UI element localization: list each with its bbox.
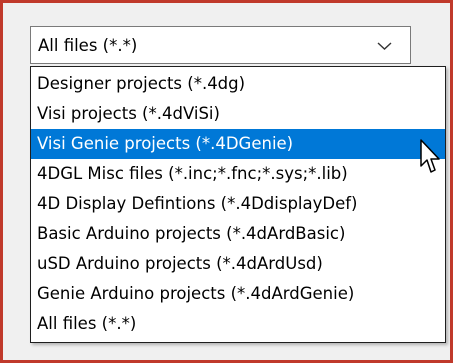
mouse-pointer-icon [420, 139, 440, 173]
option-usd-arduino-projects[interactable]: uSD Arduino projects (*.4dArdUsd) [31, 249, 445, 279]
option-4d-display-definitions[interactable]: 4D Display Defintions (*.4DdisplayDef) [31, 189, 445, 219]
chevron-down-icon[interactable] [377, 40, 392, 52]
file-type-select-value: All files (*.*) [38, 36, 138, 55]
option-visi-genie-projects[interactable]: Visi Genie projects (*.4DGenie) [31, 129, 445, 159]
option-designer-projects[interactable]: Designer projects (*.4dg) [31, 69, 445, 99]
option-all-files[interactable]: All files (*.*) [31, 309, 445, 339]
option-basic-arduino-projects[interactable]: Basic Arduino projects (*.4dArdBasic) [31, 219, 445, 249]
file-type-select[interactable]: All files (*.*) [30, 26, 411, 64]
option-4dgl-misc-files[interactable]: 4DGL Misc files (*.inc;*.fnc;*.sys;*.lib… [31, 159, 445, 189]
file-type-dropdown-list: Designer projects (*.4dg) Visi projects … [30, 66, 446, 343]
option-genie-arduino-projects[interactable]: Genie Arduino projects (*.4dArdGenie) [31, 279, 445, 309]
option-visi-projects[interactable]: Visi projects (*.4dViSi) [31, 99, 445, 129]
